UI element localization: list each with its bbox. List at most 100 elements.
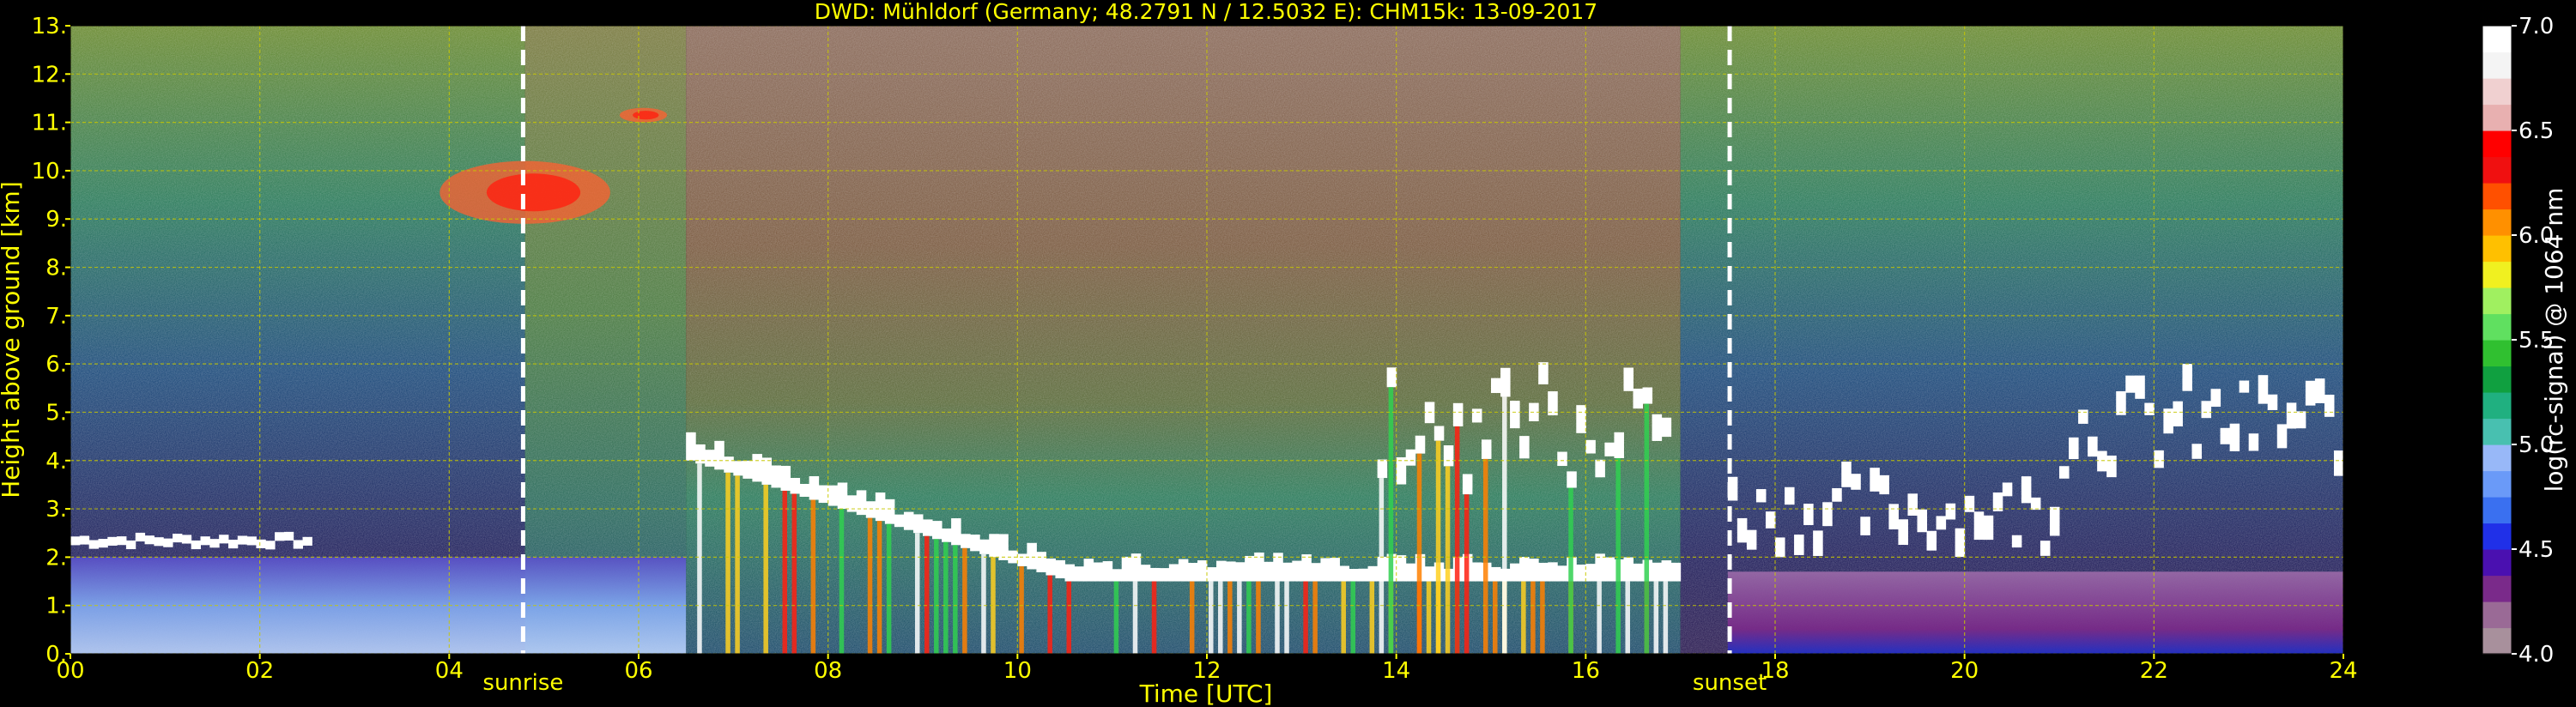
cloud-segment xyxy=(1945,503,1956,520)
cloud-segment xyxy=(219,535,229,544)
cloud-segment xyxy=(1973,511,1985,541)
chart-title: DWD: Mühldorf (Germany; 48.2791 N / 12.5… xyxy=(815,0,1597,24)
cloud-segment xyxy=(2191,444,2202,459)
colorbar-segment xyxy=(2482,208,2512,236)
cloud-segment xyxy=(1226,561,1236,582)
cloud-segment xyxy=(733,461,743,476)
cloud-segment xyxy=(107,536,118,546)
cloud-segment xyxy=(1112,569,1123,582)
cirrus-core-0 xyxy=(486,173,581,212)
cloud-segment xyxy=(2286,402,2297,429)
colorbar-segment xyxy=(2482,313,2512,341)
cloud-segment xyxy=(686,432,696,461)
cloud-segment xyxy=(1339,565,1349,582)
x-tick-label: 14 xyxy=(1382,658,1410,684)
cloud-segment xyxy=(1462,474,1473,495)
cloud-segment xyxy=(163,538,173,547)
cloud-segment xyxy=(2106,455,2117,478)
cloud-segment xyxy=(1510,563,1520,582)
colorbar-segment xyxy=(2482,497,2512,524)
cloud-segment xyxy=(1074,566,1085,582)
cloud-segment xyxy=(1860,517,1870,535)
x-axis-label: Time [UTC] xyxy=(1139,680,1273,707)
cloud-segment xyxy=(989,534,999,558)
cloud-segment xyxy=(1102,561,1113,582)
precip-streak xyxy=(1066,581,1072,654)
precip-streak xyxy=(1653,581,1659,654)
cloud-segment xyxy=(2144,402,2155,415)
cloud-segment xyxy=(1282,562,1293,582)
cloud-segment xyxy=(1614,432,1624,458)
colorbar-tick-label: 6.5 xyxy=(2518,118,2554,144)
cloud-segment xyxy=(173,534,183,543)
cloud-segment xyxy=(1121,556,1132,582)
precip-streak xyxy=(1625,581,1630,654)
cloud-segment xyxy=(246,536,257,546)
precip-streak xyxy=(810,499,816,654)
x-tick-label: 10 xyxy=(1003,658,1032,684)
y-tick-label: 0. xyxy=(45,642,67,668)
cloud-segment xyxy=(790,477,801,494)
cloud-segment xyxy=(98,539,108,548)
cloud-segment xyxy=(1983,515,1994,541)
precip-streak xyxy=(1502,396,1507,654)
cloud-segment xyxy=(1415,435,1426,454)
cloud-segment xyxy=(961,534,971,548)
cloud-segment xyxy=(771,465,781,488)
cloud-segment xyxy=(856,490,867,516)
cloud-segment xyxy=(181,535,192,544)
cloud-segment xyxy=(1538,562,1549,582)
cloud-segment xyxy=(1064,564,1076,582)
cloud-segment xyxy=(2276,424,2288,449)
precip-streak xyxy=(924,535,930,654)
precip-streak xyxy=(1388,387,1394,654)
cloud-segment xyxy=(1093,562,1104,582)
cloud-segment xyxy=(1964,495,1975,512)
precip-streak xyxy=(1426,581,1432,654)
cloud-segment xyxy=(1652,414,1663,441)
cloud-segment xyxy=(1471,562,1482,582)
precip-streak xyxy=(1597,581,1602,654)
y-tick-label: 2. xyxy=(45,545,67,571)
cloud-segment xyxy=(1623,367,1633,391)
cloud-segment xyxy=(1604,557,1615,582)
precip-streak xyxy=(1132,581,1138,654)
precip-streak xyxy=(1237,581,1242,654)
precip-streak xyxy=(1521,581,1526,654)
cloud-segment xyxy=(117,536,127,546)
precip-streak xyxy=(981,553,986,654)
cloud-segment xyxy=(1159,568,1170,582)
precip-streak xyxy=(1341,581,1346,654)
precip-streak xyxy=(1312,581,1318,654)
precip-streak xyxy=(1445,466,1451,654)
cloud-segment xyxy=(2021,476,2032,504)
cloud-segment xyxy=(1898,519,1908,546)
cloud-segment xyxy=(951,518,961,546)
precip-streak xyxy=(763,484,768,654)
cloud-segment xyxy=(1813,530,1823,556)
cloud-segment xyxy=(2116,391,2126,415)
precip-streak xyxy=(735,475,740,654)
cloud-segment xyxy=(256,539,266,548)
cloud-segment xyxy=(209,539,220,548)
cloud-segment xyxy=(1046,558,1056,576)
cloud-segment xyxy=(125,540,136,550)
precip-streak xyxy=(725,472,730,654)
cloud-segment xyxy=(1055,559,1065,579)
cloud-segment xyxy=(837,482,848,510)
colorbar-segment xyxy=(2482,549,2512,577)
cloud-segment xyxy=(1471,408,1482,423)
cloud-segment xyxy=(1405,563,1416,582)
y-axis-label: Height above ground [km] xyxy=(0,181,25,499)
cloud-segment xyxy=(1320,558,1330,582)
precip-streak xyxy=(914,533,920,654)
cloud-segment xyxy=(1235,562,1246,582)
y-tick-label: 1. xyxy=(45,594,67,619)
cloud-segment xyxy=(1149,567,1161,582)
cloud-segment xyxy=(2324,395,2335,417)
cloud-segment xyxy=(846,495,858,512)
colorbar-segment xyxy=(2482,51,2512,79)
cloud-segment xyxy=(903,511,914,530)
y-tick-label: 13. xyxy=(32,14,67,39)
cloud-segment xyxy=(191,540,201,550)
